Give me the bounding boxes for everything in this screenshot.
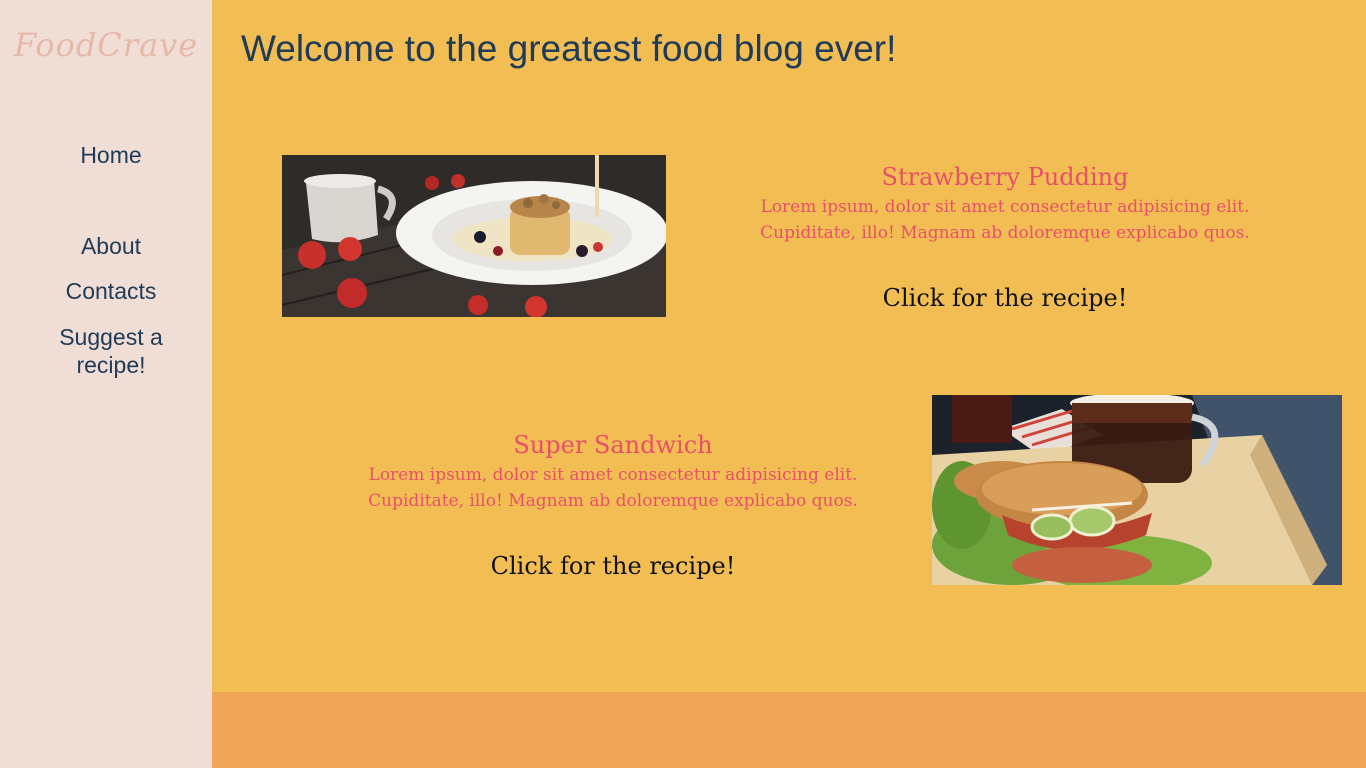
recipe-card-strawberry-pudding: Strawberry Pudding Lorem ipsum, dolor si…	[742, 160, 1268, 313]
nav-item-home[interactable]: Home	[0, 141, 222, 169]
page-title: Welcome to the greatest food blog ever!	[241, 28, 897, 69]
recipe-card-super-sandwich: Super Sandwich Lorem ipsum, dolor sit am…	[342, 428, 884, 581]
footer	[212, 692, 1366, 768]
nav-item-about[interactable]: About	[0, 232, 222, 260]
recipe-description-line: Lorem ipsum, dolor sit amet consectetur …	[760, 197, 1250, 217]
nav-item-contacts[interactable]: Contacts	[0, 277, 222, 305]
sandwich-and-coffee-photo[interactable]	[932, 395, 1342, 585]
main-content: Welcome to the greatest food blog ever!	[212, 0, 1366, 692]
strawberry-pudding-photo[interactable]	[282, 155, 666, 317]
nav-item-suggest-recipe[interactable]: Suggest a recipe!	[0, 323, 222, 379]
sidebar: FoodCrave Home About Contacts Suggest a …	[0, 0, 212, 768]
recipe-link[interactable]: Click for the recipe!	[491, 551, 736, 581]
recipe-description-line: Cupiditate, illo! Magnam ab doloremque e…	[760, 223, 1250, 243]
site-logo[interactable]: FoodCrave	[0, 26, 212, 64]
recipe-description-line: Lorem ipsum, dolor sit amet consectetur …	[368, 465, 858, 485]
recipe-link[interactable]: Click for the recipe!	[883, 283, 1128, 313]
pudding-illustration	[282, 155, 666, 317]
recipe-description-line: Cupiditate, illo! Magnam ab doloremque e…	[368, 491, 858, 511]
recipe-title: Strawberry Pudding	[881, 163, 1129, 191]
recipe-title: Super Sandwich	[513, 431, 713, 459]
nav-item-suggest-label: Suggest a recipe!	[59, 324, 163, 378]
sandwich-illustration	[932, 395, 1342, 585]
